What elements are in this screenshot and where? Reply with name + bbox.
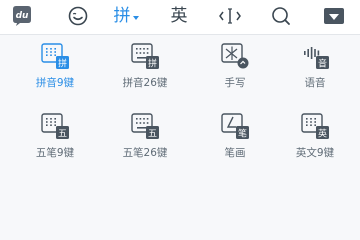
du-logo-icon: du (13, 6, 31, 26)
pinyin-mode-label: 拼 (113, 5, 131, 26)
wubi-26key-icon: 五 (131, 113, 159, 139)
layout-option-stroke[interactable]: 笔笔画 (190, 105, 280, 167)
cursor-move-button[interactable] (208, 0, 252, 32)
layout-option-label: 五笔26键 (122, 147, 168, 159)
layout-option-wubi-9key[interactable]: 五五笔9键 (10, 105, 100, 167)
voice-icon: 音 (301, 43, 329, 69)
layout-option-label: 英文9键 (295, 147, 335, 159)
du-logo-button[interactable]: du (0, 0, 44, 32)
badge-text: 五 (58, 129, 67, 139)
layout-option-english-9key[interactable]: 英英文9键 (270, 105, 360, 167)
dropdown-caret-icon (132, 16, 139, 20)
layout-option-label: 笔画 (224, 147, 246, 159)
layout-option-label: 五笔9键 (35, 147, 75, 159)
badge-text: 拼 (148, 57, 157, 69)
wubi-9key-icon: 五 (41, 113, 69, 139)
english-mode-button[interactable]: 英 (157, 0, 201, 32)
pinyin-9key-icon: 拼 (41, 43, 69, 69)
english-9key-icon: 英 (301, 113, 329, 139)
handwriting-icon (221, 43, 249, 69)
layout-option-label: 手写 (224, 77, 246, 89)
emoji-button[interactable] (56, 0, 100, 32)
english-mode-label: 英 (170, 5, 188, 26)
layout-grid: 拼拼音9键 拼拼音26键 手写 音语音 五五笔9键 五五笔26键 笔笔画 英英文… (0, 35, 360, 200)
layout-option-label: 拼音26键 (122, 77, 168, 89)
logo-text: du (16, 11, 29, 21)
collapse-keyboard-icon (324, 8, 344, 24)
pinyin-26key-icon: 拼 (131, 43, 159, 69)
badge-text: 音 (318, 57, 327, 69)
layout-option-label: 拼音9键 (35, 77, 75, 89)
pinyin-mode-button[interactable]: 拼 (104, 0, 148, 32)
layout-option-pinyin-26key[interactable]: 拼拼音26键 (100, 35, 190, 97)
layout-option-pinyin-9key[interactable]: 拼拼音9键 (10, 35, 100, 97)
badge-text: 英 (318, 127, 327, 139)
keyboard-toolbar: du 拼 英 (0, 0, 360, 35)
search-icon (272, 7, 290, 25)
badge-text: 五 (148, 129, 157, 139)
badge-text: 笔 (238, 127, 247, 139)
search-button[interactable] (259, 0, 303, 32)
badge-text: 拼 (58, 57, 67, 69)
emoji-icon (68, 6, 88, 26)
layout-option-handwriting[interactable]: 手写 (190, 35, 280, 97)
collapse-keyboard-button[interactable] (312, 0, 356, 32)
layout-option-voice[interactable]: 音语音 (270, 35, 360, 97)
layout-option-wubi-26key[interactable]: 五五笔26键 (100, 105, 190, 167)
layout-option-label: 语音 (304, 77, 326, 89)
cursor-move-icon (219, 8, 241, 24)
stroke-icon: 笔 (221, 113, 249, 139)
